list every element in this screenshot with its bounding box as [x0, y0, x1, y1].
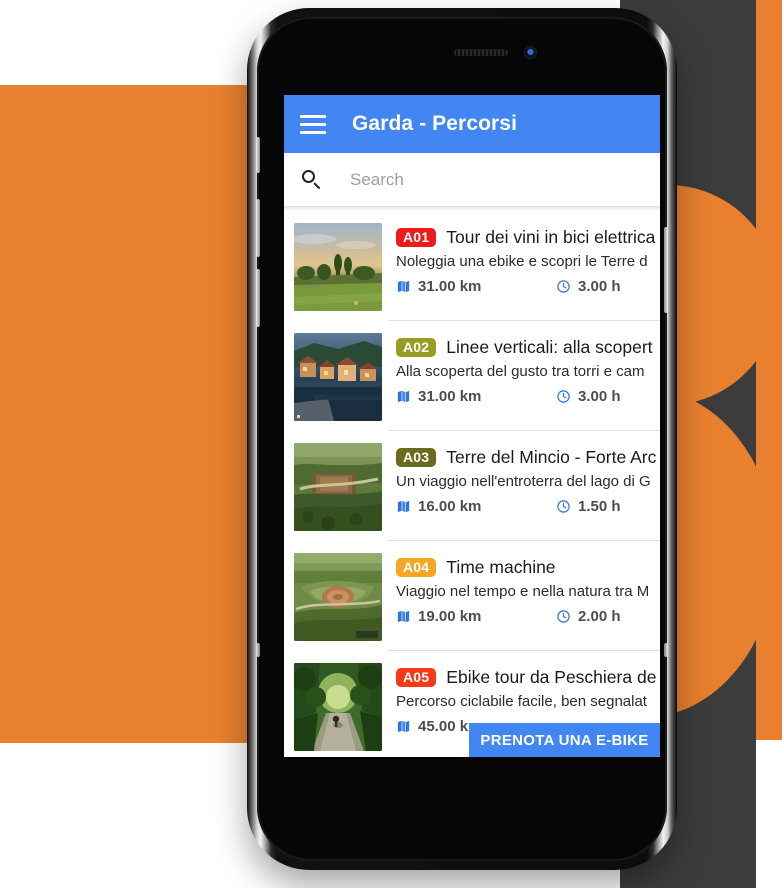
mute-switch[interactable] [256, 137, 260, 173]
clock-icon [557, 610, 570, 623]
route-duration-value: 2.00 h [578, 608, 621, 625]
route-thumbnail [294, 443, 382, 531]
route-distance-value: 31.00 km [418, 278, 482, 295]
map-icon [397, 390, 410, 403]
route-title-row: A02 Linee verticali: alla scopert [396, 337, 660, 358]
background-mask-bottom-right [756, 740, 782, 888]
route-title-row: A01 Tour dei vini in bici elettrica [396, 227, 660, 248]
book-ebike-button[interactable]: PRENOTA UNA E-BIKE [469, 723, 660, 757]
power-button[interactable] [664, 227, 668, 313]
route-code-badge: A05 [396, 668, 437, 687]
search-bar[interactable] [284, 153, 660, 207]
route-code-badge: A01 [396, 228, 437, 247]
route-details: A03 Terre del Mincio - Forte Arc Un viag… [382, 443, 660, 541]
list-item[interactable]: A04 Time machine Viaggio nel tempo e nel… [284, 541, 660, 651]
route-code-badge: A04 [396, 558, 437, 577]
route-subtitle: Noleggia una ebike e scopri le Terre d [396, 253, 648, 270]
route-title: Linee verticali: alla scopert [446, 337, 653, 357]
countryside-sunset-photo [294, 223, 382, 311]
phone-screen: Garda - Percorsi Search A01 Tour dei vin… [284, 95, 660, 757]
map-icon [397, 500, 410, 513]
route-thumbnail [294, 553, 382, 641]
route-details: A04 Time machine Viaggio nel tempo e nel… [382, 553, 660, 651]
lakeside-village-dusk-photo [294, 333, 382, 421]
route-code-badge: A02 [396, 338, 437, 357]
route-duration-value: 1.50 h [578, 498, 621, 515]
route-title-row: A05 Ebike tour da Peschiera de [396, 667, 660, 688]
routes-list: A01 Tour dei vini in bici elettrica Nole… [284, 211, 660, 757]
page-root: Garda - Percorsi Search A01 Tour dei vin… [0, 0, 782, 888]
route-distance: 19.00 km [396, 608, 556, 625]
route-meta: 31.00 km 3.00 h [396, 278, 660, 295]
route-title: Time machine [446, 557, 556, 577]
route-distance-value: 19.00 km [418, 608, 482, 625]
route-meta: 31.00 km 3.00 h [396, 388, 660, 405]
route-duration: 1.50 h [556, 498, 621, 515]
route-duration-value: 3.00 h [578, 278, 621, 295]
route-duration-value: 3.00 h [578, 388, 621, 405]
phone-device-frame: Garda - Percorsi Search A01 Tour dei vin… [247, 8, 677, 870]
route-duration: 3.00 h [556, 278, 621, 295]
clock-icon [557, 500, 570, 513]
route-title: Ebike tour da Peschiera de [446, 667, 657, 687]
list-item[interactable]: A02 Linee verticali: alla scopert Alla s… [284, 321, 660, 431]
route-distance-value: 16.00 km [418, 498, 482, 515]
route-subtitle: Alla scoperta del gusto tra torri e cam [396, 363, 645, 380]
clock-icon [557, 280, 570, 293]
route-subtitle: Percorso ciclabile facile, ben segnalat [396, 693, 647, 710]
side-accent-right [664, 643, 668, 657]
route-duration: 2.00 h [556, 608, 621, 625]
route-distance-value: 45.00 k [418, 718, 469, 735]
volume-down-button[interactable] [256, 269, 260, 327]
app-bar: Garda - Percorsi [284, 95, 660, 153]
hamburger-menu-icon[interactable] [300, 114, 326, 134]
route-details: A02 Linee verticali: alla scopert Alla s… [382, 333, 660, 431]
list-item[interactable]: A03 Terre del Mincio - Forte Arc Un viag… [284, 431, 660, 541]
route-distance: 31.00 km [396, 388, 556, 405]
route-duration: 3.00 h [556, 388, 621, 405]
tree-lined-path-photo [294, 663, 382, 751]
earpiece-speaker [454, 49, 508, 56]
aerial-round-fort-photo [294, 553, 382, 641]
clock-icon [557, 390, 570, 403]
route-meta: 19.00 km 2.00 h [396, 608, 660, 625]
route-details: A01 Tour dei vini in bici elettrica Nole… [382, 223, 660, 321]
route-meta: 16.00 km 1.50 h [396, 498, 660, 515]
volume-up-button[interactable] [256, 199, 260, 257]
list-item[interactable]: A01 Tour dei vini in bici elettrica Nole… [284, 211, 660, 321]
search-icon [302, 169, 322, 190]
route-distance: 31.00 km [396, 278, 556, 295]
page-title: Garda - Percorsi [352, 112, 518, 135]
phone-bezel: Garda - Percorsi Search A01 Tour dei vin… [256, 17, 668, 861]
side-accent-left [256, 643, 260, 657]
route-title-row: A04 Time machine [396, 557, 660, 578]
search-input[interactable] [348, 168, 660, 191]
front-camera-icon [525, 47, 536, 58]
route-title: Terre del Mincio - Forte Arc [446, 447, 657, 467]
aerial-fortress-photo [294, 443, 382, 531]
map-icon [397, 720, 410, 733]
route-distance-value: 31.00 km [418, 388, 482, 405]
route-subtitle: Un viaggio nell'entroterra del lago di G [396, 473, 651, 490]
route-title-row: A03 Terre del Mincio - Forte Arc [396, 447, 660, 468]
route-thumbnail [294, 223, 382, 311]
route-thumbnail [294, 333, 382, 421]
route-thumbnail [294, 663, 382, 751]
map-icon [397, 610, 410, 623]
route-title: Tour dei vini in bici elettrica [446, 227, 656, 247]
route-code-badge: A03 [396, 448, 437, 467]
map-icon [397, 280, 410, 293]
route-distance: 16.00 km [396, 498, 556, 515]
route-subtitle: Viaggio nel tempo e nella natura tra M [396, 583, 650, 600]
